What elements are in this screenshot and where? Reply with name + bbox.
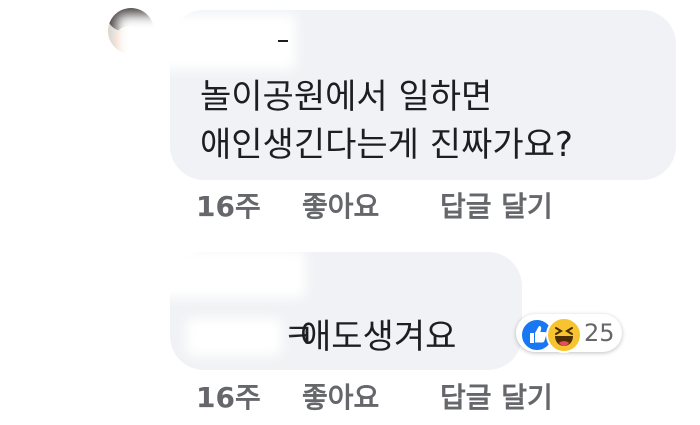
redacted-text-2 bbox=[186, 318, 282, 356]
reply-button[interactable]: 답글 달기 bbox=[440, 380, 553, 416]
like-button[interactable]: 좋아요 bbox=[302, 380, 379, 416]
redacted-name-2 bbox=[96, 250, 306, 298]
timestamp[interactable]: 16주 bbox=[196, 189, 261, 225]
name-remnant bbox=[278, 40, 288, 42]
reaction-summary[interactable]: 25 bbox=[516, 314, 622, 353]
comment-text-line-1: 놀이공원에서 일하면 bbox=[200, 77, 493, 117]
reply-button[interactable]: 답글 달기 bbox=[440, 189, 553, 225]
timestamp[interactable]: 16주 bbox=[196, 380, 261, 416]
reaction-count: 25 bbox=[584, 319, 615, 347]
like-button[interactable]: 좋아요 bbox=[302, 189, 379, 225]
redacted-name-1 bbox=[116, 14, 296, 70]
comment-text-reply: 애도생겨요 bbox=[300, 317, 457, 357]
comment-text-line-2: 애인생긴다는게 진짜가요? bbox=[200, 125, 573, 165]
haha-icon bbox=[546, 317, 582, 353]
